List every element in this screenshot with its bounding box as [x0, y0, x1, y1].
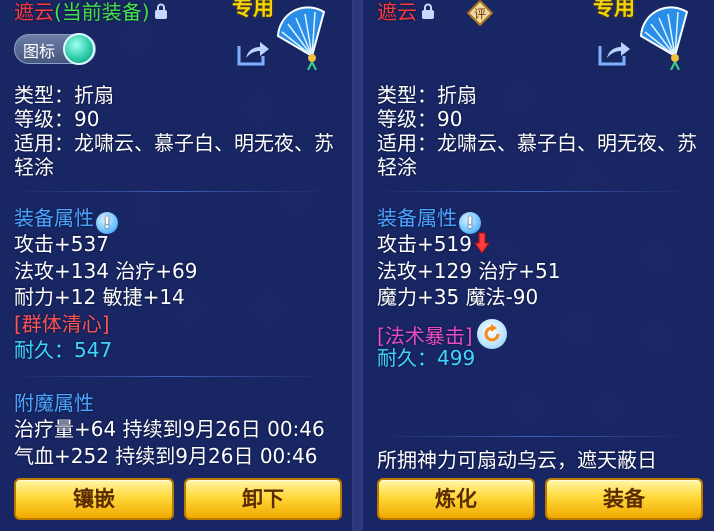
- applicable-line-cont: 轻涂: [377, 155, 417, 179]
- share-icon[interactable]: [597, 38, 631, 66]
- folding-fan-icon: [639, 6, 689, 70]
- attack-stat: 攻击+537: [14, 232, 109, 256]
- divider: [10, 376, 330, 377]
- exclusive-label: 专用: [232, 0, 274, 20]
- enchant-line: 气血+252 持续到9月26日 00:46: [14, 444, 318, 468]
- refine-button[interactable]: 炼化: [377, 478, 535, 520]
- item-name: 遮云: [377, 0, 435, 24]
- attribute-title: 装备属性!: [14, 206, 118, 234]
- arrow-down-icon: [473, 232, 490, 254]
- lock-icon: [154, 1, 168, 19]
- current-equipped-tag: (当前装备): [54, 0, 150, 24]
- item-name: 遮云(当前装备): [14, 0, 168, 24]
- attack-stat: 攻击+519: [377, 232, 490, 256]
- item-name-text: 遮云: [377, 0, 417, 24]
- magic-heal-stat: 法攻+129 治疗+51: [377, 259, 561, 283]
- equip-button[interactable]: 装备: [545, 478, 703, 520]
- icon-toggle-label: 图标: [23, 42, 56, 61]
- enchant-title: 附魔属性: [14, 391, 94, 415]
- attack-stat-text: 攻击+519: [377, 232, 472, 256]
- special-skill: [群体清心]: [14, 312, 110, 336]
- info-icon[interactable]: !: [96, 212, 118, 234]
- unequip-button[interactable]: 卸下: [184, 478, 342, 520]
- current-equipment-panel: 遮云(当前装备) 专用 图标 类型：折扇 等级：90 适用：龙啸云、慕子白、明无…: [0, 0, 354, 531]
- special-skill-text: [法术暴击]: [377, 324, 473, 348]
- divider: [373, 436, 693, 437]
- durability-stat: 耐久：499: [377, 346, 476, 370]
- stamina-agility-stat: 耐力+12 敏捷+14: [14, 285, 185, 309]
- rating-badge-icon[interactable]: 评: [467, 0, 493, 26]
- refresh-icon[interactable]: [476, 319, 507, 349]
- enchant-line: 治疗量+64 持续到9月26日 00:46: [14, 417, 325, 441]
- level-line: 等级：90: [14, 107, 100, 131]
- level-line: 等级：90: [377, 107, 463, 131]
- folding-fan-icon: [276, 6, 326, 70]
- item-name-text: 遮云: [14, 0, 54, 24]
- info-icon[interactable]: !: [459, 212, 481, 234]
- magic-mana-stat: 魔力+35 魔法-90: [377, 285, 539, 309]
- exclusive-label: 专用: [593, 0, 635, 20]
- magic-heal-stat: 法攻+134 治疗+69: [14, 259, 198, 283]
- durability-stat: 耐久：547: [14, 338, 113, 362]
- type-line: 类型：折扇: [377, 83, 477, 107]
- applicable-line: 适用：龙啸云、慕子白、明无夜、苏: [377, 131, 697, 155]
- applicable-line-cont: 轻涂: [14, 155, 54, 179]
- applicable-line: 适用：龙啸云、慕子白、明无夜、苏: [14, 131, 334, 155]
- attribute-title: 装备属性!: [377, 206, 481, 234]
- divider: [373, 191, 693, 192]
- divider: [10, 191, 330, 192]
- compare-equipment-panel: 遮云 评 专用 类型：折扇 等级：90 适用：龙啸云、慕子白、明无夜、苏 轻涂 …: [361, 0, 714, 531]
- rating-badge-text: 评: [474, 7, 486, 21]
- attribute-title-text: 装备属性: [377, 206, 457, 230]
- share-icon[interactable]: [236, 38, 270, 66]
- special-skill: [法术暴击]: [377, 319, 507, 349]
- type-line: 类型：折扇: [14, 83, 114, 107]
- toggle-knob: [63, 33, 95, 65]
- attribute-title-text: 装备属性: [14, 206, 94, 230]
- lock-icon: [421, 1, 435, 19]
- item-description: 所拥神力可扇动乌云，遮天蔽日: [377, 448, 657, 472]
- icon-toggle[interactable]: 图标: [14, 33, 96, 65]
- inlay-button[interactable]: 镶嵌: [14, 478, 174, 520]
